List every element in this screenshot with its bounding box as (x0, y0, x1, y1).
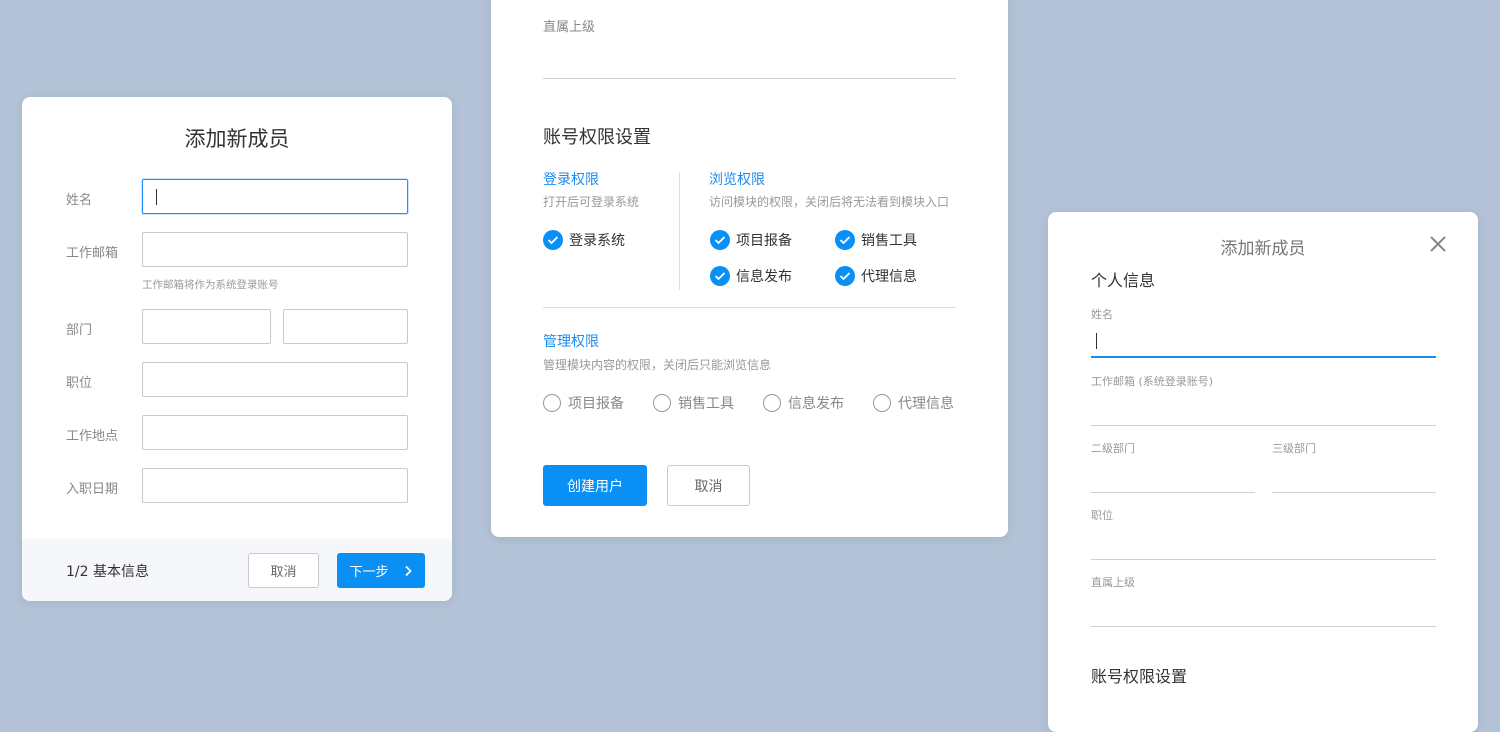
account-permission-dialog: 直属上级 账号权限设置 登录权限 打开后可登录系统 登录系统 浏览权限 访问模块… (491, 0, 1008, 537)
dialog-footer: 1/2 基本信息 取消 下一步 (22, 539, 452, 601)
personal-info-heading: 个人信息 (1091, 271, 1156, 290)
position-input[interactable] (1091, 559, 1436, 560)
dialog-title: 添加新成员 (184, 127, 290, 151)
checkbox-label: 项目报备 (736, 233, 792, 249)
dept3-input[interactable] (1272, 492, 1436, 493)
email-input[interactable] (1091, 425, 1436, 426)
supervisor-label: 直属上级 (543, 20, 596, 35)
name-input[interactable] (142, 179, 408, 214)
chevron-right-icon (404, 565, 412, 576)
manage-permission-title: 管理权限 (543, 334, 599, 350)
manage-sales-tools-option[interactable]: 销售工具 (653, 393, 734, 413)
section-divider (543, 307, 956, 308)
create-user-label: 创建用户 (567, 478, 623, 495)
browse-info-publish-checkbox[interactable]: 信息发布 (710, 266, 792, 286)
name-label: 姓名 (66, 193, 93, 208)
check-circle-icon (835, 230, 855, 250)
browse-project-report-checkbox[interactable]: 项目报备 (710, 230, 792, 250)
checkbox-label: 信息发布 (736, 269, 792, 285)
checkbox-label: 代理信息 (861, 269, 917, 285)
position-label: 职位 (1091, 509, 1113, 522)
cancel-button[interactable]: 取消 (248, 553, 319, 588)
supervisor-label: 直属上级 (1091, 576, 1135, 589)
location-label: 工作地点 (66, 429, 119, 444)
email-label: 工作邮箱 (66, 246, 119, 261)
login-permission-desc: 打开后可登录系统 (543, 195, 640, 209)
position-input[interactable] (142, 362, 408, 397)
manage-agent-info-option[interactable]: 代理信息 (873, 393, 954, 413)
empty-circle-icon (763, 394, 781, 412)
browse-sales-tools-checkbox[interactable]: 销售工具 (835, 230, 917, 250)
email-input[interactable] (142, 232, 408, 267)
position-label: 职位 (66, 376, 93, 391)
empty-circle-icon (873, 394, 891, 412)
option-label: 信息发布 (788, 396, 844, 412)
manage-project-report-option[interactable]: 项目报备 (543, 393, 624, 413)
empty-circle-icon (653, 394, 671, 412)
cancel-label: 取消 (694, 478, 723, 495)
close-icon[interactable] (1428, 234, 1448, 254)
name-input[interactable] (1091, 356, 1436, 358)
dept2-label: 二级部门 (1091, 442, 1135, 455)
manage-info-publish-option[interactable]: 信息发布 (763, 393, 844, 413)
empty-circle-icon (543, 394, 561, 412)
hire-date-input[interactable] (142, 468, 408, 503)
permission-section-title: 账号权限设置 (543, 127, 651, 148)
text-caret (1096, 333, 1097, 349)
dept2-input[interactable] (1091, 492, 1255, 493)
permission-section-title: 账号权限设置 (1091, 667, 1188, 686)
check-circle-icon (710, 230, 730, 250)
step-indicator: 1/2 基本信息 (66, 564, 149, 580)
hire-date-label: 入职日期 (66, 482, 119, 497)
checkbox-label: 登录系统 (569, 233, 625, 249)
dialog-title: 添加新成员 (1220, 239, 1306, 259)
check-circle-icon (543, 230, 563, 250)
email-hint: 工作邮箱将作为系统登录账号 (142, 279, 279, 291)
location-input[interactable] (142, 415, 408, 450)
next-label: 下一步 (349, 565, 389, 580)
dept3-label: 三级部门 (1272, 442, 1316, 455)
department-select-1[interactable] (142, 309, 271, 344)
department-select-2[interactable] (283, 309, 408, 344)
cancel-label: 取消 (270, 565, 297, 580)
next-step-button[interactable]: 下一步 (337, 553, 425, 588)
supervisor-input[interactable] (543, 78, 956, 79)
column-divider (679, 172, 680, 290)
create-user-button[interactable]: 创建用户 (543, 465, 647, 506)
browse-agent-info-checkbox[interactable]: 代理信息 (835, 266, 917, 286)
name-label: 姓名 (1091, 308, 1113, 321)
cancel-button[interactable]: 取消 (667, 465, 750, 506)
email-label: 工作邮箱 (系统登录账号) (1091, 375, 1214, 388)
option-label: 代理信息 (898, 396, 954, 412)
option-label: 销售工具 (678, 396, 734, 412)
browse-permission-desc: 访问模块的权限，关闭后将无法看到模块入口 (709, 195, 950, 209)
supervisor-input[interactable] (1091, 626, 1436, 627)
checkbox-label: 销售工具 (861, 233, 917, 249)
login-permission-title: 登录权限 (543, 172, 599, 188)
add-member-dialog-compact: 添加新成员 个人信息 姓名 工作邮箱 (系统登录账号) 二级部门 三级部门 职位… (1048, 212, 1478, 732)
manage-permission-desc: 管理模块内容的权限，关闭后只能浏览信息 (543, 358, 772, 372)
add-member-dialog-step1: 添加新成员 姓名 工作邮箱 工作邮箱将作为系统登录账号 部门 职位 工作地点 入… (22, 97, 452, 601)
check-circle-icon (710, 266, 730, 286)
text-caret (156, 189, 157, 205)
department-label: 部门 (66, 323, 93, 338)
login-system-checkbox[interactable]: 登录系统 (543, 230, 625, 250)
check-circle-icon (835, 266, 855, 286)
option-label: 项目报备 (568, 396, 624, 412)
browse-permission-title: 浏览权限 (709, 172, 765, 188)
